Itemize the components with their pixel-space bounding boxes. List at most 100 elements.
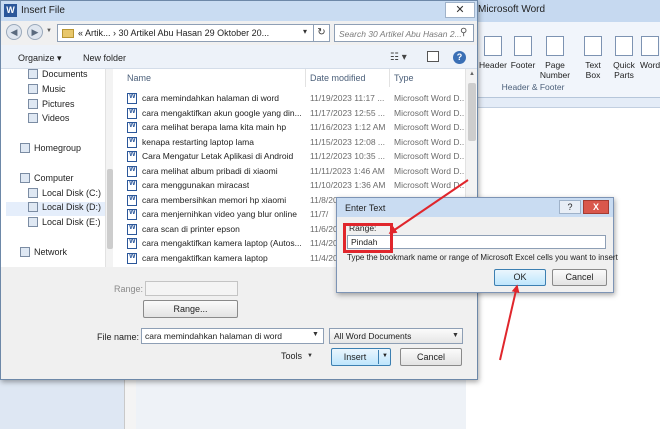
file-row[interactable]: cara menggunakan miracast 11/10/2023 1:36…: [113, 178, 467, 193]
file-name-label: File name:: [97, 332, 140, 342]
file-date: 11/8/20: [310, 194, 338, 205]
file-name: Cara Mengatur Letak Aplikasi di Android: [142, 151, 294, 161]
page-number-button[interactable]: Page Number: [538, 36, 572, 80]
file-name: cara menjernihkan video yang blur online: [142, 209, 297, 219]
word-document-icon: [127, 151, 137, 162]
chevron-down-icon[interactable]: ▼: [312, 331, 319, 338]
header-icon: [484, 36, 502, 56]
word-document-icon: [127, 238, 137, 249]
nav-item-music[interactable]: Music: [28, 84, 66, 98]
search-input[interactable]: Search 30 Artikel Abu Hasan 2... ⚲: [334, 24, 474, 42]
view-options-icon[interactable]: ☷ ▾: [390, 52, 407, 63]
header-button[interactable]: Header: [478, 36, 508, 70]
word-document-icon: [127, 223, 137, 235]
text-box-icon: [584, 36, 602, 56]
insert-button-label[interactable]: Insert: [332, 352, 378, 362]
file-date: 11/12/2023 10:35 ...: [310, 151, 385, 161]
nav-item-computer[interactable]: Computer: [20, 173, 74, 187]
preview-pane-icon[interactable]: [427, 51, 439, 62]
nav-item-videos[interactable]: Videos: [28, 113, 69, 127]
range-button[interactable]: Range...: [143, 300, 238, 318]
recent-locations-dropdown-icon[interactable]: ▼: [46, 28, 52, 34]
file-row[interactable]: Cara Mengatur Letak Aplikasi di Android 1…: [113, 149, 467, 164]
nav-item-documents[interactable]: Documents: [28, 69, 88, 83]
organize-menu[interactable]: Organize ▾: [18, 53, 62, 64]
file-date: 11/6/20: [310, 223, 338, 234]
quick-parts-icon: [615, 36, 633, 56]
chevron-down-icon[interactable]: ▼: [307, 353, 313, 359]
videos-icon: [28, 113, 38, 123]
cancel-button[interactable]: Cancel: [400, 348, 462, 366]
network-icon: [20, 247, 30, 257]
file-name: cara scan di printer epson: [142, 223, 240, 234]
ruler: [470, 98, 660, 108]
address-bar[interactable]: « Artik... › 30 Artikel Abu Hasan 29 Okt…: [57, 24, 314, 42]
new-folder-button[interactable]: New folder: [83, 53, 126, 63]
search-placeholder: Search 30 Artikel Abu Hasan 2...: [339, 29, 462, 39]
column-header-type[interactable]: Type: [394, 73, 414, 83]
file-date: 11/11/2023 1:46 AM: [310, 165, 385, 176]
word-document-icon: [127, 194, 137, 206]
insert-button[interactable]: Insert ▼: [331, 348, 391, 366]
nav-item-pictures[interactable]: Pictures: [28, 99, 75, 113]
refresh-button[interactable]: ↻: [314, 24, 330, 42]
forward-button[interactable]: ▶: [27, 24, 43, 40]
range-label: Range:: [114, 284, 144, 294]
quick-parts-button[interactable]: Quick Parts: [610, 36, 638, 80]
search-icon: ⚲: [460, 27, 468, 38]
word-document-icon: [127, 252, 137, 264]
dialog-title: Enter Text: [345, 203, 386, 213]
insert-file-dialog: W Insert File ✕ ◀ ▶ ▼ « Artik... › 30 Ar…: [0, 0, 478, 380]
file-name: cara melihat album pribadi di xiaomi: [142, 165, 278, 176]
wordart-icon: [641, 36, 659, 56]
word-workspace: [136, 380, 466, 429]
column-header-date[interactable]: Date modified: [310, 73, 366, 83]
file-row[interactable]: cara memindahkan halaman di word 11/19/20…: [113, 91, 467, 106]
file-name: cara melihat berapa lama kita main hp: [142, 122, 287, 132]
file-row[interactable]: cara mengaktifkan akun google yang din..…: [113, 106, 467, 121]
file-row[interactable]: cara melihat berapa lama kita main hp 11/…: [113, 120, 467, 135]
wordart-button[interactable]: Word: [640, 36, 660, 70]
text-box-button[interactable]: Text Box: [580, 36, 606, 80]
nav-item-network[interactable]: Network: [20, 247, 67, 261]
range-input[interactable]: [145, 281, 238, 296]
file-date: 11/10/2023 1:36 AM: [310, 180, 386, 190]
file-name: kenapa restarting laptop lama: [142, 136, 254, 147]
tools-menu[interactable]: Tools: [281, 351, 302, 361]
back-button[interactable]: ◀: [6, 24, 22, 40]
scroll-up-icon[interactable]: ▲: [469, 71, 475, 77]
file-row[interactable]: cara melihat album pribadi di xiaomi 11/1…: [113, 164, 467, 179]
drive-icon: [28, 202, 38, 212]
column-divider[interactable]: [305, 69, 306, 87]
chevron-down-icon[interactable]: ▾: [303, 27, 307, 36]
nav-item-homegroup[interactable]: Homegroup: [20, 143, 81, 157]
nav-item-local-disk-e[interactable]: Local Disk (E:): [28, 217, 101, 231]
scrollbar-thumb[interactable]: [468, 83, 476, 141]
address-path[interactable]: « Artik... › 30 Artikel Abu Hasan 29 Okt…: [78, 28, 269, 38]
word-document-icon: [127, 122, 137, 133]
file-name-input[interactable]: cara memindahkan halaman di word ▼: [141, 328, 324, 344]
nav-pane-scrollbar[interactable]: [105, 69, 113, 267]
chevron-down-icon: ▼: [452, 332, 459, 339]
chevron-down-icon[interactable]: ▼: [382, 353, 388, 359]
help-button[interactable]: ?: [559, 200, 581, 214]
dialog-title: Insert File: [21, 5, 65, 16]
file-date: 11/7/: [310, 209, 329, 219]
close-button[interactable]: X: [583, 200, 609, 214]
help-icon[interactable]: ?: [453, 51, 466, 64]
document-page-edge: [124, 380, 136, 429]
column-header-name[interactable]: Name: [127, 73, 151, 83]
file-row[interactable]: kenapa restarting laptop lama 11/15/2023 …: [113, 135, 467, 150]
footer-button[interactable]: Footer: [508, 36, 538, 70]
file-type: Microsoft Word D...: [394, 151, 467, 161]
nav-item-local-disk-c[interactable]: Local Disk (C:): [28, 188, 101, 202]
close-button[interactable]: ✕: [445, 2, 475, 18]
dialog-toolbar: Organize ▾ New folder ☷ ▾ ?: [1, 45, 477, 69]
column-divider[interactable]: [389, 69, 390, 87]
cancel-button[interactable]: Cancel: [552, 269, 607, 286]
dialog-title-bar: [1, 1, 477, 21]
file-name-value: cara memindahkan halaman di word: [145, 331, 283, 341]
ok-button[interactable]: OK: [494, 269, 546, 286]
nav-item-local-disk-d[interactable]: Local Disk (D:): [6, 202, 105, 216]
file-type-select[interactable]: All Word Documents ▼: [329, 328, 463, 344]
